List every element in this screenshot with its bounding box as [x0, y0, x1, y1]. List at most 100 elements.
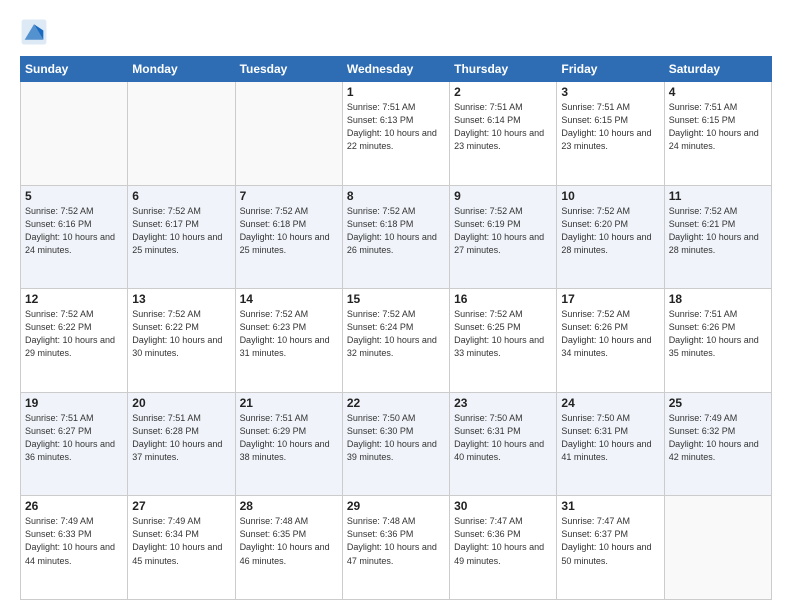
day-number: 31 — [561, 499, 659, 513]
day-info: Sunrise: 7:47 AMSunset: 6:36 PMDaylight:… — [454, 515, 552, 567]
day-info: Sunrise: 7:51 AMSunset: 6:27 PMDaylight:… — [25, 412, 123, 464]
calendar-cell — [664, 496, 771, 600]
calendar-cell: 9 Sunrise: 7:52 AMSunset: 6:19 PMDaylight… — [450, 185, 557, 289]
calendar-cell: 31 Sunrise: 7:47 AMSunset: 6:37 PMDayligh… — [557, 496, 664, 600]
day-number: 18 — [669, 292, 767, 306]
day-number: 11 — [669, 189, 767, 203]
calendar-cell: 30 Sunrise: 7:47 AMSunset: 6:36 PMDayligh… — [450, 496, 557, 600]
day-info: Sunrise: 7:52 AMSunset: 6:25 PMDaylight:… — [454, 308, 552, 360]
day-number: 25 — [669, 396, 767, 410]
calendar-cell: 21 Sunrise: 7:51 AMSunset: 6:29 PMDayligh… — [235, 392, 342, 496]
day-number: 29 — [347, 499, 445, 513]
calendar-cell: 19 Sunrise: 7:51 AMSunset: 6:27 PMDayligh… — [21, 392, 128, 496]
day-info: Sunrise: 7:51 AMSunset: 6:29 PMDaylight:… — [240, 412, 338, 464]
day-info: Sunrise: 7:51 AMSunset: 6:28 PMDaylight:… — [132, 412, 230, 464]
day-info: Sunrise: 7:51 AMSunset: 6:15 PMDaylight:… — [561, 101, 659, 153]
day-info: Sunrise: 7:52 AMSunset: 6:18 PMDaylight:… — [347, 205, 445, 257]
calendar-cell: 2Sunrise: 7:51 AMSunset: 6:14 PMDaylight… — [450, 82, 557, 186]
calendar-week-row: 5 Sunrise: 7:52 AMSunset: 6:16 PMDaylight… — [21, 185, 772, 289]
day-number: 5 — [25, 189, 123, 203]
day-number: 3 — [561, 85, 659, 99]
calendar-cell: 4Sunrise: 7:51 AMSunset: 6:15 PMDaylight… — [664, 82, 771, 186]
day-info: Sunrise: 7:52 AMSunset: 6:16 PMDaylight:… — [25, 205, 123, 257]
col-header-wednesday: Wednesday — [342, 57, 449, 82]
day-info: Sunrise: 7:50 AMSunset: 6:31 PMDaylight:… — [454, 412, 552, 464]
day-info: Sunrise: 7:49 AMSunset: 6:32 PMDaylight:… — [669, 412, 767, 464]
calendar-table: SundayMondayTuesdayWednesdayThursdayFrid… — [20, 56, 772, 600]
day-number: 26 — [25, 499, 123, 513]
day-number: 30 — [454, 499, 552, 513]
day-number: 1 — [347, 85, 445, 99]
day-info: Sunrise: 7:52 AMSunset: 6:26 PMDaylight:… — [561, 308, 659, 360]
day-number: 15 — [347, 292, 445, 306]
calendar-cell — [128, 82, 235, 186]
calendar-cell: 13 Sunrise: 7:52 AMSunset: 6:22 PMDayligh… — [128, 289, 235, 393]
day-info: Sunrise: 7:52 AMSunset: 6:24 PMDaylight:… — [347, 308, 445, 360]
day-number: 8 — [347, 189, 445, 203]
day-info: Sunrise: 7:51 AMSunset: 6:13 PMDaylight:… — [347, 101, 445, 153]
day-info: Sunrise: 7:52 AMSunset: 6:21 PMDaylight:… — [669, 205, 767, 257]
day-number: 2 — [454, 85, 552, 99]
day-info: Sunrise: 7:52 AMSunset: 6:22 PMDaylight:… — [25, 308, 123, 360]
col-header-thursday: Thursday — [450, 57, 557, 82]
day-info: Sunrise: 7:51 AMSunset: 6:26 PMDaylight:… — [669, 308, 767, 360]
day-info: Sunrise: 7:50 AMSunset: 6:31 PMDaylight:… — [561, 412, 659, 464]
day-info: Sunrise: 7:51 AMSunset: 6:15 PMDaylight:… — [669, 101, 767, 153]
day-info: Sunrise: 7:47 AMSunset: 6:37 PMDaylight:… — [561, 515, 659, 567]
calendar-cell: 3 Sunrise: 7:51 AMSunset: 6:15 PMDaylight… — [557, 82, 664, 186]
calendar-cell: 28Sunrise: 7:48 AMSunset: 6:35 PMDayligh… — [235, 496, 342, 600]
calendar-week-row: 19 Sunrise: 7:51 AMSunset: 6:27 PMDayligh… — [21, 392, 772, 496]
day-info: Sunrise: 7:49 AMSunset: 6:34 PMDaylight:… — [132, 515, 230, 567]
calendar-cell: 25 Sunrise: 7:49 AMSunset: 6:32 PMDayligh… — [664, 392, 771, 496]
day-info: Sunrise: 7:52 AMSunset: 6:20 PMDaylight:… — [561, 205, 659, 257]
day-number: 6 — [132, 189, 230, 203]
col-header-sunday: Sunday — [21, 57, 128, 82]
calendar-cell: 27 Sunrise: 7:49 AMSunset: 6:34 PMDayligh… — [128, 496, 235, 600]
calendar-cell: 12 Sunrise: 7:52 AMSunset: 6:22 PMDayligh… — [21, 289, 128, 393]
header — [20, 18, 772, 46]
day-number: 21 — [240, 396, 338, 410]
calendar-cell: 8 Sunrise: 7:52 AMSunset: 6:18 PMDaylight… — [342, 185, 449, 289]
calendar-cell: 6 Sunrise: 7:52 AMSunset: 6:17 PMDaylight… — [128, 185, 235, 289]
day-number: 23 — [454, 396, 552, 410]
day-info: Sunrise: 7:52 AMSunset: 6:18 PMDaylight:… — [240, 205, 338, 257]
day-info: Sunrise: 7:52 AMSunset: 6:17 PMDaylight:… — [132, 205, 230, 257]
day-number: 7 — [240, 189, 338, 203]
calendar-cell — [21, 82, 128, 186]
calendar-cell: 14Sunrise: 7:52 AMSunset: 6:23 PMDayligh… — [235, 289, 342, 393]
day-number: 22 — [347, 396, 445, 410]
calendar-cell: 23 Sunrise: 7:50 AMSunset: 6:31 PMDayligh… — [450, 392, 557, 496]
day-number: 10 — [561, 189, 659, 203]
day-info: Sunrise: 7:52 AMSunset: 6:19 PMDaylight:… — [454, 205, 552, 257]
day-info: Sunrise: 7:49 AMSunset: 6:33 PMDaylight:… — [25, 515, 123, 567]
calendar-week-row: 26 Sunrise: 7:49 AMSunset: 6:33 PMDayligh… — [21, 496, 772, 600]
calendar-cell: 20Sunrise: 7:51 AMSunset: 6:28 PMDayligh… — [128, 392, 235, 496]
day-number: 17 — [561, 292, 659, 306]
col-header-saturday: Saturday — [664, 57, 771, 82]
calendar-cell: 22 Sunrise: 7:50 AMSunset: 6:30 PMDayligh… — [342, 392, 449, 496]
calendar-cell: 10 Sunrise: 7:52 AMSunset: 6:20 PMDayligh… — [557, 185, 664, 289]
calendar-cell: 5 Sunrise: 7:52 AMSunset: 6:16 PMDaylight… — [21, 185, 128, 289]
calendar-cell: 15 Sunrise: 7:52 AMSunset: 6:24 PMDayligh… — [342, 289, 449, 393]
day-number: 9 — [454, 189, 552, 203]
col-header-monday: Monday — [128, 57, 235, 82]
day-info: Sunrise: 7:52 AMSunset: 6:22 PMDaylight:… — [132, 308, 230, 360]
page: SundayMondayTuesdayWednesdayThursdayFrid… — [0, 0, 792, 612]
day-info: Sunrise: 7:50 AMSunset: 6:30 PMDaylight:… — [347, 412, 445, 464]
day-number: 14 — [240, 292, 338, 306]
day-number: 12 — [25, 292, 123, 306]
calendar-cell: 18 Sunrise: 7:51 AMSunset: 6:26 PMDayligh… — [664, 289, 771, 393]
calendar-cell: 7 Sunrise: 7:52 AMSunset: 6:18 PMDaylight… — [235, 185, 342, 289]
calendar-cell: 1 Sunrise: 7:51 AMSunset: 6:13 PMDaylight… — [342, 82, 449, 186]
calendar-cell: 11 Sunrise: 7:52 AMSunset: 6:21 PMDayligh… — [664, 185, 771, 289]
logo — [20, 18, 52, 46]
calendar-cell: 26 Sunrise: 7:49 AMSunset: 6:33 PMDayligh… — [21, 496, 128, 600]
calendar-cell: 29Sunrise: 7:48 AMSunset: 6:36 PMDayligh… — [342, 496, 449, 600]
day-number: 13 — [132, 292, 230, 306]
day-number: 19 — [25, 396, 123, 410]
calendar-cell: 17 Sunrise: 7:52 AMSunset: 6:26 PMDayligh… — [557, 289, 664, 393]
col-header-tuesday: Tuesday — [235, 57, 342, 82]
day-number: 16 — [454, 292, 552, 306]
day-number: 27 — [132, 499, 230, 513]
day-number: 24 — [561, 396, 659, 410]
